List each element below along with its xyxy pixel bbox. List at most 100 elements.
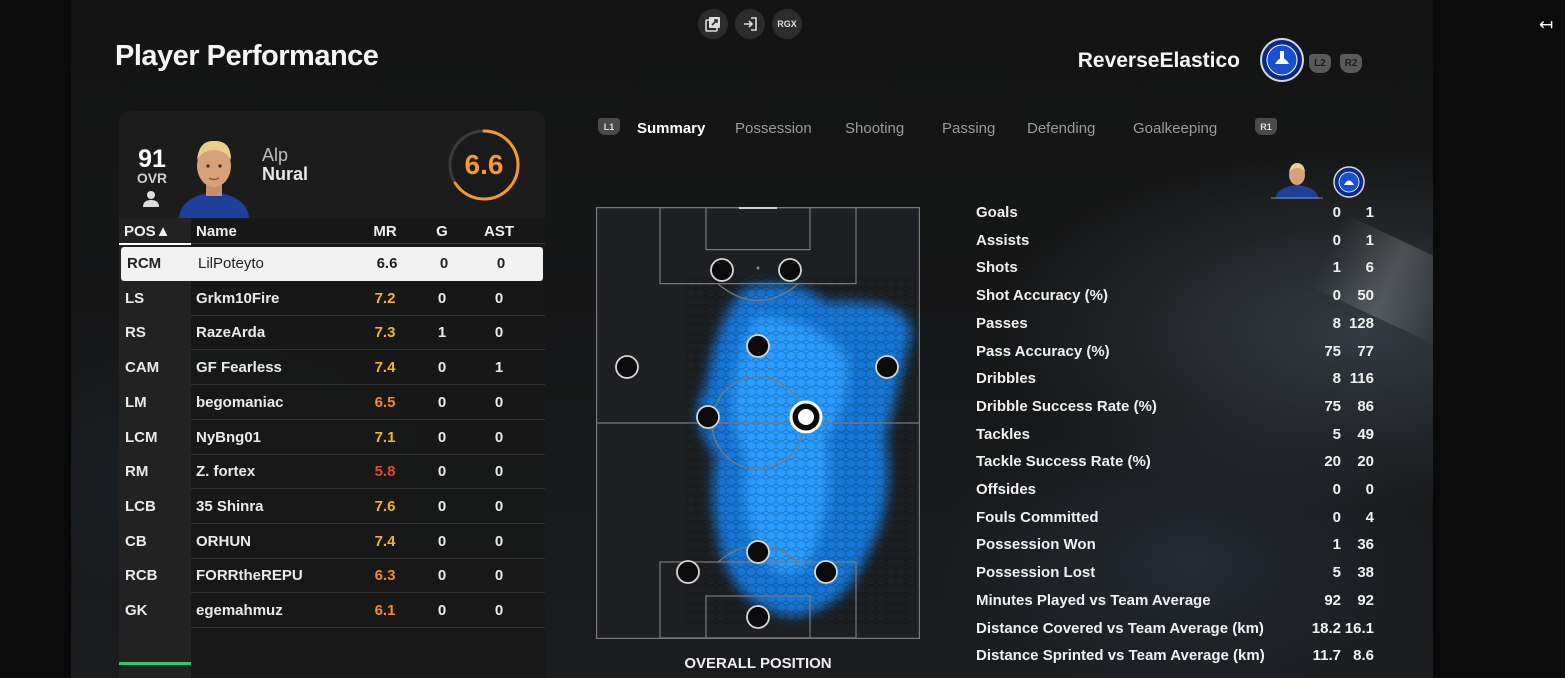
cell-name: FORRtheREPU — [196, 567, 303, 585]
tab-passing[interactable]: Passing — [942, 120, 995, 137]
exit-icon[interactable]: ↤ — [1539, 15, 1557, 35]
header-ast[interactable]: AST — [481, 222, 517, 242]
cell-pos: RCM — [127, 255, 162, 272]
cell-ast: 0 — [494, 567, 504, 585]
stat-label: Fouls Committed — [976, 508, 1099, 526]
cell-g: 0 — [437, 393, 447, 411]
rgx-label: RGX — [777, 19, 797, 29]
tab-defending[interactable]: Defending — [1027, 120, 1095, 137]
cell-g: 0 — [437, 602, 447, 619]
table-row[interactable]: CB ORHUN 7.4 0 0 — [119, 525, 545, 559]
table-row[interactable]: RCB FORRtheREPU 6.3 0 0 — [119, 559, 545, 594]
cell-pos: CB — [125, 532, 147, 550]
stat-player-value: 0 — [1332, 231, 1341, 249]
pitch-caption: OVERALL POSITION — [684, 655, 832, 672]
cell-pos: RCB — [125, 567, 158, 585]
stat-row: Distance Sprinted vs Team Average (km) 11… — [976, 643, 1376, 669]
stat-team-value: 1 — [1365, 231, 1374, 249]
table-row[interactable]: LS Grkm10Fire 7.2 0 0 — [119, 282, 545, 316]
cell-name: RazeArda — [196, 324, 266, 342]
stat-player-value: 18.2 — [1311, 619, 1341, 637]
stat-label: Shots — [976, 259, 1018, 277]
table-row[interactable]: RS RazeArda 7.3 1 0 — [119, 316, 545, 351]
tab-summary[interactable]: Summary — [637, 120, 705, 137]
rgx-button[interactable]: RGX — [772, 9, 802, 39]
table-row[interactable]: GK egemahmuz 6.1 0 0 — [119, 594, 545, 628]
player-thumb — [1271, 163, 1323, 199]
person-icon — [143, 191, 159, 207]
cell-mr: 6.6 — [376, 255, 398, 272]
table-row[interactable]: LM begomaniac 6.5 0 0 — [119, 386, 545, 420]
stat-label: Pass Accuracy (%) — [976, 342, 1110, 360]
stat-player-value: 0 — [1332, 204, 1341, 221]
stat-row: Assists 0 1 — [976, 228, 1376, 254]
header-name[interactable]: Name — [196, 222, 237, 242]
stat-player-value: 11.7 — [1312, 647, 1341, 665]
rcb-dot — [814, 560, 838, 584]
stat-team-value: 92 — [1357, 591, 1374, 609]
l1-hint[interactable]: L1 — [598, 118, 620, 135]
stat-label: Dribbles — [976, 370, 1037, 388]
cell-name: Grkm10Fire — [196, 289, 280, 307]
stat-row: Fouls Committed 0 4 — [976, 505, 1376, 531]
player-last-name: Nural — [262, 164, 309, 184]
chelsea-badge-icon — [1260, 38, 1304, 82]
cell-name: LilPoteyto — [198, 255, 264, 272]
table-row[interactable]: CAM GF Fearless 7.4 0 1 — [119, 351, 545, 386]
cell-ast: 0 — [494, 289, 504, 307]
share-screen-icon[interactable] — [698, 9, 728, 39]
cell-ast: 0 — [494, 324, 504, 342]
stat-team-value: 6 — [1365, 259, 1374, 277]
cell-name: ORHUN — [196, 532, 251, 550]
cell-name: egemahmuz — [196, 602, 283, 619]
enter-icon[interactable] — [735, 9, 765, 39]
stat-label: Offsides — [976, 481, 1037, 498]
stat-label: Distance Covered vs Team Average (km) — [976, 619, 1264, 637]
cell-pos: LS — [125, 289, 145, 307]
stat-team-value: 38 — [1357, 564, 1374, 582]
l2-hint[interactable]: L2 — [1309, 54, 1331, 73]
stat-player-value: 1 — [1332, 536, 1341, 554]
cell-ast: 0 — [494, 497, 504, 515]
stat-label: Dribble Success Rate (%) — [976, 397, 1157, 415]
header-g[interactable]: G — [427, 222, 457, 242]
table-row[interactable]: RM Z. fortex 5.8 0 0 — [119, 455, 545, 490]
player-card: 91 OVR Alp Nural 6.6 POS▲ Name MR G AST … — [119, 111, 545, 678]
r1-hint[interactable]: R1 — [1255, 118, 1277, 135]
stat-player-value: 8 — [1332, 314, 1341, 332]
cell-g: 0 — [439, 255, 449, 272]
stat-row: Dribbles 8 116 — [976, 366, 1376, 392]
tab-goalkeeping[interactable]: Goalkeeping — [1133, 120, 1217, 137]
r2-hint[interactable]: R2 — [1340, 54, 1362, 73]
tab-possession[interactable]: Possession — [735, 120, 812, 137]
cell-pos: RM — [125, 463, 149, 481]
stat-label: Minutes Played vs Team Average — [976, 591, 1211, 609]
cell-mr: 6.5 — [374, 393, 396, 411]
stat-row: Minutes Played vs Team Average 92 92 — [976, 588, 1376, 614]
stat-player-value: 1 — [1332, 259, 1341, 277]
table-row[interactable]: LCB 35 Shinra 7.6 0 0 — [119, 490, 545, 524]
cell-mr: 7.1 — [374, 428, 396, 446]
stat-player-value: 8 — [1332, 370, 1341, 388]
stat-player-value: 75 — [1324, 397, 1341, 415]
stat-label: Tackle Success Rate (%) — [976, 453, 1151, 471]
tab-shooting[interactable]: Shooting — [845, 120, 904, 137]
stat-team-value: 8.6 — [1353, 647, 1374, 665]
table-row[interactable]: RCM LilPoteyto 6.6 0 0 — [121, 247, 543, 281]
stat-row: Shots 1 6 — [976, 255, 1376, 281]
cell-pos: LCB — [125, 497, 156, 515]
cell-ast: 0 — [494, 393, 504, 411]
header-mr[interactable]: MR — [359, 222, 411, 242]
cell-ast: 0 — [496, 255, 506, 272]
stat-player-value: 0 — [1332, 508, 1341, 526]
header-divider — [191, 243, 545, 244]
cell-g: 0 — [437, 359, 447, 377]
row-divider — [191, 627, 545, 628]
stat-player-value: 5 — [1332, 425, 1341, 443]
cell-mr: 6.3 — [374, 567, 396, 585]
table-row[interactable]: LCM NyBng01 7.1 0 0 — [119, 421, 545, 455]
stat-row: Dribble Success Rate (%) 75 86 — [976, 394, 1376, 420]
header-pos[interactable]: POS▲ — [124, 222, 171, 242]
cell-pos: LCM — [125, 428, 158, 446]
cell-g: 0 — [437, 428, 447, 446]
